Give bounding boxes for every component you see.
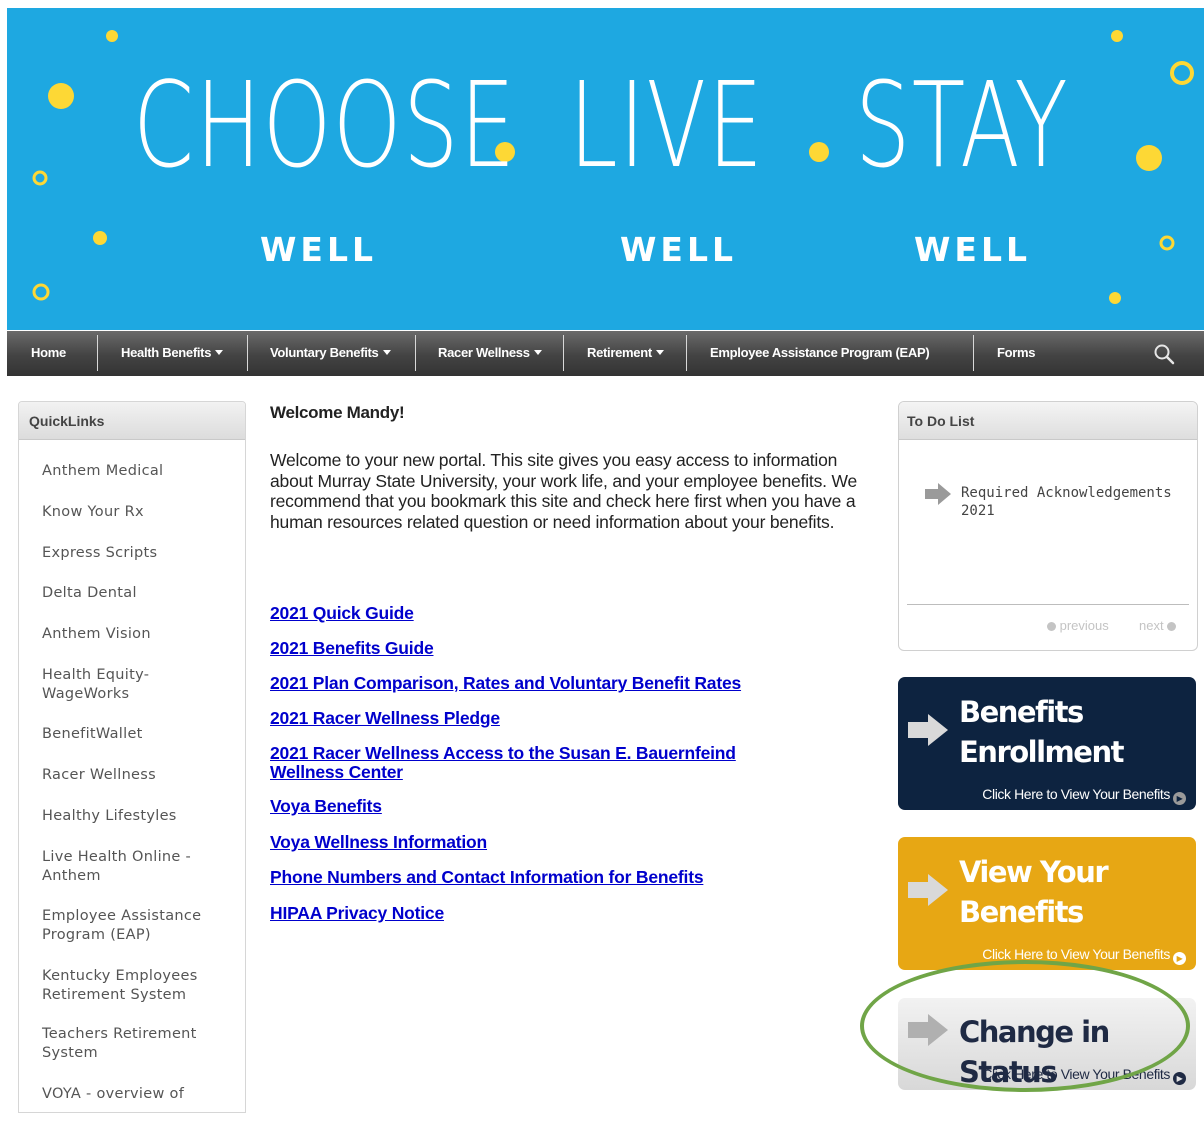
todo-divider [907, 604, 1189, 605]
play-icon: ▶ [1173, 792, 1186, 805]
arrow-right-icon [908, 714, 948, 746]
nav-divider [973, 335, 974, 371]
nav-eap[interactable]: Employee Assistance Program (EAP) [710, 331, 930, 376]
tile-subtitle: Click Here to View Your Benefits ▶ [982, 946, 1186, 965]
nav-divider [97, 335, 98, 371]
banner-title-choose: CHOOSE [133, 56, 517, 194]
benefits-enrollment-tile[interactable]: Benefits Enrollment Click Here to View Y… [898, 677, 1196, 810]
caret-down-icon [655, 350, 664, 355]
link-voya-benefits[interactable]: Voya Benefits [270, 797, 830, 816]
nav-racer-wellness[interactable]: Racer Wellness [438, 331, 542, 376]
hero-banner: CHOOSE LIVE STAY WELL WELL WELL [7, 8, 1204, 330]
quicklink-healthy-lifestyles[interactable]: Healthy Lifestyles [42, 807, 232, 826]
play-icon: ▶ [1173, 1072, 1186, 1085]
main-nav: Home Health Benefits Voluntary Benefits … [7, 331, 1204, 376]
quicklinks-title: QuickLinks [19, 402, 245, 440]
todo-next-button[interactable]: next [1139, 618, 1177, 633]
quicklink-know-your-rx[interactable]: Know Your Rx [42, 503, 232, 522]
nav-divider [563, 335, 564, 371]
quicklink-express-scripts[interactable]: Express Scripts [42, 544, 232, 563]
link-benefits-guide[interactable]: 2021 Benefits Guide [270, 639, 830, 658]
previous-dot-icon [1047, 622, 1056, 631]
todo-previous-button[interactable]: previous [1047, 618, 1109, 633]
banner-subtitle-3: WELL [914, 230, 1031, 269]
link-voya-wellness[interactable]: Voya Wellness Information [270, 833, 830, 852]
quicklink-benefitwallet[interactable]: BenefitWallet [42, 725, 232, 744]
quicklink-racer-wellness[interactable]: Racer Wellness [42, 766, 232, 785]
tile-title-line1: View Your [959, 855, 1109, 889]
arrow-right-icon [925, 483, 951, 505]
play-icon: ▶ [1173, 952, 1186, 965]
caret-down-icon [382, 350, 391, 355]
link-wellness-center[interactable]: 2021 Racer Wellness Access to the Susan … [270, 744, 810, 782]
nav-health-benefits[interactable]: Health Benefits [121, 331, 224, 376]
search-icon[interactable] [1153, 343, 1175, 365]
quicklink-health-equity[interactable]: Health Equity-WageWorks [42, 666, 182, 704]
quicklink-live-health-online[interactable]: Live Health Online - Anthem [42, 848, 222, 886]
quicklink-voya[interactable]: VOYA - overview of [42, 1085, 232, 1104]
caret-down-icon [533, 350, 542, 355]
arrow-right-icon [908, 874, 948, 906]
nav-home[interactable]: Home [31, 331, 66, 376]
banner-subtitle-2: WELL [620, 230, 737, 269]
todo-item-acknowledgements[interactable]: Required Acknowledgements 2021 [961, 484, 1181, 520]
nav-retirement[interactable]: Retirement [587, 331, 664, 376]
welcome-heading: Welcome Mandy! [270, 403, 405, 422]
banner-title-stay: STAY [855, 56, 1070, 194]
banner-subtitle-1: WELL [260, 230, 377, 269]
quicklink-kers[interactable]: Kentucky Employees Retirement System [42, 967, 232, 1005]
quicklink-anthem-vision[interactable]: Anthem Vision [42, 625, 232, 644]
next-dot-icon [1167, 622, 1177, 631]
nav-voluntary-benefits[interactable]: Voluntary Benefits [270, 331, 391, 376]
nav-divider [247, 335, 248, 371]
nav-forms[interactable]: Forms [997, 331, 1036, 376]
quicklinks-panel: QuickLinks Anthem Medical Know Your Rx E… [18, 401, 246, 1113]
welcome-paragraph: Welcome to your new portal. This site gi… [270, 450, 858, 532]
link-quick-guide[interactable]: 2021 Quick Guide [270, 604, 830, 623]
todo-panel: To Do List Required Acknowledgements 202… [898, 401, 1198, 651]
link-hipaa[interactable]: HIPAA Privacy Notice [270, 904, 830, 923]
tile-title-line1: Benefits [959, 695, 1084, 729]
todo-title: To Do List [899, 402, 1197, 440]
quicklink-delta-dental[interactable]: Delta Dental [42, 584, 232, 603]
quicklink-trs[interactable]: Teachers Retirement System [42, 1025, 232, 1063]
tile-title-line2: Enrollment [959, 735, 1124, 769]
link-plan-comparison[interactable]: 2021 Plan Comparison, Rates and Voluntar… [270, 674, 830, 693]
quicklink-eap[interactable]: Employee Assistance Program (EAP) [42, 907, 232, 945]
banner-title-live: LIVE [569, 56, 765, 194]
tile-subtitle: Click Here to View Your Benefits ▶ [982, 1066, 1186, 1085]
caret-down-icon [215, 350, 224, 355]
quicklink-anthem-medical[interactable]: Anthem Medical [42, 462, 232, 481]
arrow-right-icon [908, 1014, 948, 1046]
change-in-status-tile[interactable]: Change in Status Click Here to View Your… [898, 998, 1196, 1090]
nav-divider [686, 335, 687, 371]
view-your-benefits-tile[interactable]: View Your Benefits Click Here to View Yo… [898, 837, 1196, 970]
link-wellness-pledge[interactable]: 2021 Racer Wellness Pledge [270, 709, 830, 728]
link-phone-numbers[interactable]: Phone Numbers and Contact Information fo… [270, 868, 830, 887]
tile-subtitle: Click Here to View Your Benefits ▶ [982, 786, 1186, 805]
tile-title-line2: Benefits [959, 895, 1084, 929]
nav-divider [415, 335, 416, 371]
